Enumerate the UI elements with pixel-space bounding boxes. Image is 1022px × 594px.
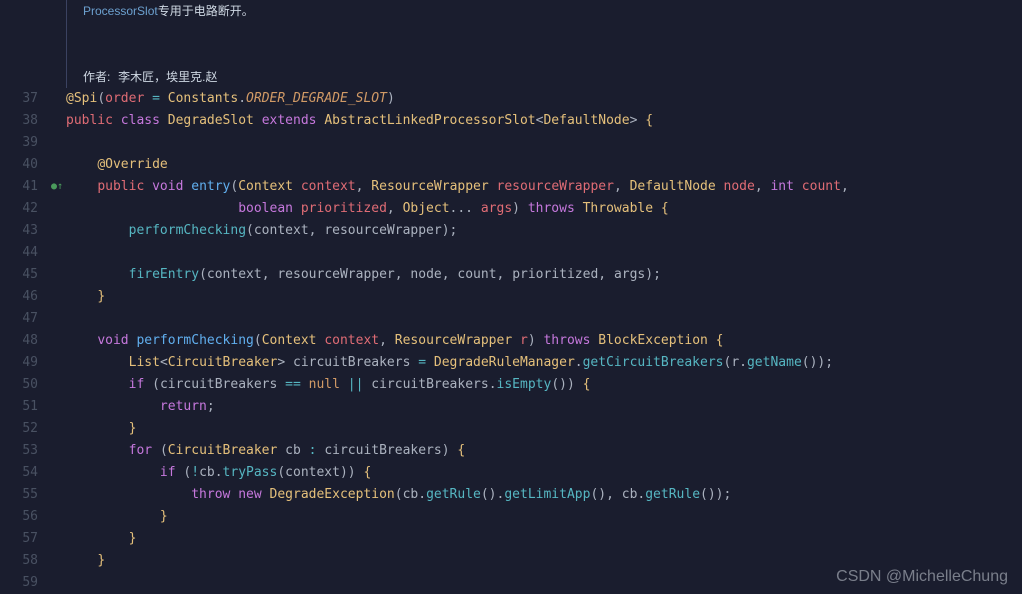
code-line[interactable] xyxy=(66,308,1022,330)
line-number: 53 xyxy=(0,440,38,462)
line-number: 45 xyxy=(0,264,38,286)
line-number: 37 xyxy=(0,88,38,110)
line-number: 57 xyxy=(0,528,38,550)
javadoc-author: 作者: 李木匠，埃里克.赵 xyxy=(66,66,1022,88)
line-number: 58 xyxy=(0,550,38,572)
line-number: 49 xyxy=(0,352,38,374)
code-line[interactable]: public class DegradeSlot extends Abstrac… xyxy=(66,110,1022,132)
code-line[interactable]: if (circuitBreakers == null || circuitBr… xyxy=(66,374,1022,396)
code-line[interactable]: public void entry(Context context, Resou… xyxy=(66,176,1022,198)
code-line[interactable]: return; xyxy=(66,396,1022,418)
javadoc-blank xyxy=(66,22,1022,44)
gutter-indicators: ●↑ xyxy=(50,0,64,594)
code-line[interactable] xyxy=(66,572,1022,594)
javadoc-link[interactable]: ProcessorSlot xyxy=(83,4,158,18)
line-number: 46 xyxy=(0,286,38,308)
line-number: 59 xyxy=(0,572,38,594)
javadoc-summary: ProcessorSlot专用于电路断开。 xyxy=(66,0,1022,22)
code-line[interactable]: boolean prioritized, Object... args) thr… xyxy=(66,198,1022,220)
line-number: 48 xyxy=(0,330,38,352)
code-editor[interactable]: 37 38 39 40 41 42 43 44 45 46 47 48 49 5… xyxy=(0,0,1022,594)
code-line[interactable]: if (!cb.tryPass(context)) { xyxy=(66,462,1022,484)
code-line[interactable]: fireEntry(context, resourceWrapper, node… xyxy=(66,264,1022,286)
line-number: 55 xyxy=(0,484,38,506)
override-indicator-icon[interactable]: ●↑ xyxy=(50,176,64,198)
line-number: 44 xyxy=(0,242,38,264)
code-line[interactable] xyxy=(66,132,1022,154)
line-number: 41 xyxy=(0,176,38,198)
line-number: 50 xyxy=(0,374,38,396)
code-line[interactable]: for (CircuitBreaker cb : circuitBreakers… xyxy=(66,440,1022,462)
line-gutter: 37 38 39 40 41 42 43 44 45 46 47 48 49 5… xyxy=(0,0,50,594)
code-area[interactable]: ProcessorSlot专用于电路断开。 作者: 李木匠，埃里克.赵 @Spi… xyxy=(64,0,1022,594)
code-line[interactable]: @Override xyxy=(66,154,1022,176)
line-number: 39 xyxy=(0,132,38,154)
line-number: 40 xyxy=(0,154,38,176)
line-number: 54 xyxy=(0,462,38,484)
code-line[interactable]: throw new DegradeException(cb.getRule().… xyxy=(66,484,1022,506)
code-line[interactable] xyxy=(66,242,1022,264)
code-line[interactable]: performChecking(context, resourceWrapper… xyxy=(66,220,1022,242)
code-line[interactable]: } xyxy=(66,528,1022,550)
javadoc-blank xyxy=(66,44,1022,66)
line-number: 43 xyxy=(0,220,38,242)
line-number: 56 xyxy=(0,506,38,528)
code-line[interactable]: List<CircuitBreaker> circuitBreakers = D… xyxy=(66,352,1022,374)
line-number: 47 xyxy=(0,308,38,330)
code-line[interactable]: @Spi(order = Constants.ORDER_DEGRADE_SLO… xyxy=(66,88,1022,110)
code-line[interactable]: } xyxy=(66,286,1022,308)
line-number: 42 xyxy=(0,198,38,220)
line-number: 38 xyxy=(0,110,38,132)
code-line[interactable]: } xyxy=(66,418,1022,440)
line-number: 51 xyxy=(0,396,38,418)
code-line[interactable]: } xyxy=(66,506,1022,528)
code-line[interactable]: } xyxy=(66,550,1022,572)
line-number: 52 xyxy=(0,418,38,440)
code-line[interactable]: void performChecking(Context context, Re… xyxy=(66,330,1022,352)
